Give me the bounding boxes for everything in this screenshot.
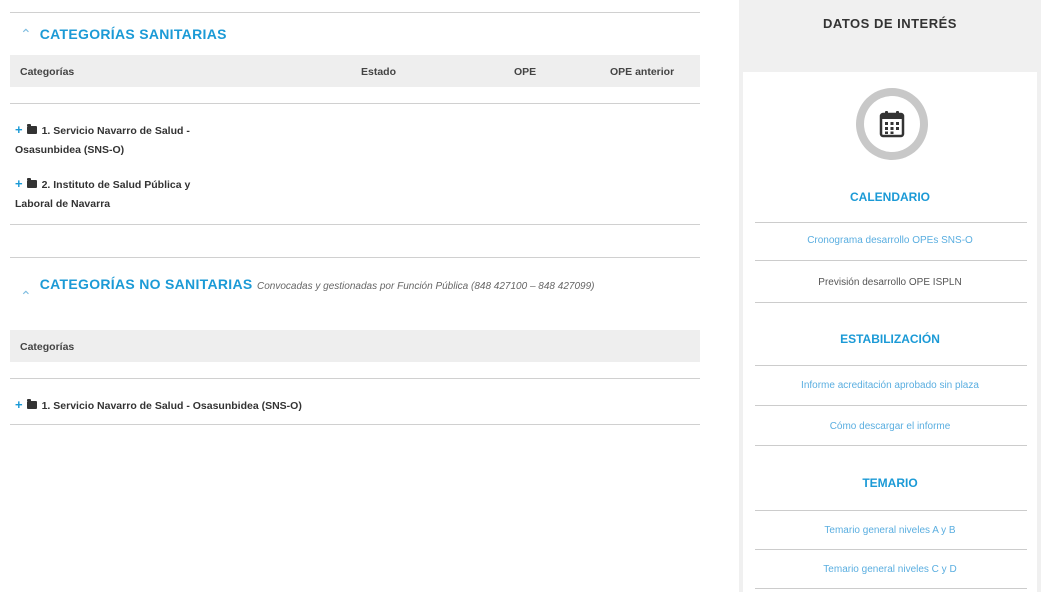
section-title: CATEGORÍAS SANITARIAS bbox=[39, 26, 227, 42]
folder-icon bbox=[26, 399, 37, 409]
plus-icon[interactable]: + bbox=[15, 176, 23, 191]
plus-icon[interactable]: + bbox=[15, 122, 23, 137]
column-header: OPE anterior bbox=[610, 66, 675, 78]
divider bbox=[10, 12, 700, 13]
sidebar-panel: CALENDARIO Cronograma desarrollo OPEs SN… bbox=[743, 72, 1037, 592]
temario-cd-link[interactable]: Temario general niveles C y D bbox=[743, 564, 1037, 575]
table-header: Categorías bbox=[10, 330, 700, 362]
tree-item[interactable]: +1. Servicio Navarro de Salud - Osasunbi… bbox=[15, 120, 190, 160]
divider bbox=[755, 302, 1027, 303]
section-note: Convocadas y gestionadas por Función Púb… bbox=[257, 281, 595, 292]
column-header: Categorías bbox=[20, 66, 75, 78]
chevron-up-icon[interactable]: ⌃ bbox=[20, 286, 32, 306]
sidebar: DATOS DE INTERÉS CALENDARIO Cronograma d… bbox=[739, 0, 1041, 592]
divider bbox=[10, 224, 700, 225]
divider bbox=[10, 424, 700, 425]
divider bbox=[755, 510, 1027, 511]
temario-heading: TEMARIO bbox=[862, 476, 918, 490]
tree-item-label: Osasunbidea (SNS-O) bbox=[15, 144, 125, 156]
section-title: CATEGORÍAS NO SANITARIAS bbox=[39, 276, 253, 292]
tree-item[interactable]: +1. Servicio Navarro de Salud - Osasunbi… bbox=[15, 395, 302, 416]
prevision-text[interactable]: Previsión desarrollo OPE ISPLN bbox=[743, 277, 1037, 288]
tree-item-label: Laboral de Navarra bbox=[15, 198, 111, 210]
divider bbox=[10, 257, 700, 258]
tree-item-label: 2. Instituto de Salud Pública y bbox=[41, 179, 191, 191]
descargar-informe-link[interactable]: Cómo descargar el informe bbox=[743, 421, 1037, 432]
plus-icon[interactable]: + bbox=[15, 397, 23, 412]
divider bbox=[755, 405, 1027, 406]
divider bbox=[755, 445, 1027, 446]
calendar-icon bbox=[856, 88, 928, 160]
divider bbox=[10, 103, 700, 104]
informe-link[interactable]: Informe acreditación aprobado sin plaza bbox=[743, 380, 1037, 391]
calendar-heading: CALENDARIO bbox=[850, 190, 930, 204]
temario-ab-link[interactable]: Temario general niveles A y B bbox=[743, 525, 1037, 536]
column-header: OPE bbox=[514, 66, 537, 78]
tree-item-label: 1. Servicio Navarro de Salud - Osasunbid… bbox=[41, 400, 302, 412]
tree-item-label: 1. Servicio Navarro de Salud - bbox=[41, 125, 190, 137]
cronograma-link[interactable]: Cronograma desarrollo OPEs SNS-O bbox=[743, 235, 1037, 246]
folder-icon bbox=[26, 124, 37, 134]
section-header-sanitarias[interactable]: ⌃ CATEGORÍAS SANITARIAS bbox=[20, 24, 227, 44]
divider bbox=[755, 365, 1027, 366]
folder-icon bbox=[26, 178, 37, 188]
divider bbox=[755, 588, 1027, 589]
column-header: Estado bbox=[361, 66, 397, 78]
tree-item[interactable]: +2. Instituto de Salud Pública y Laboral… bbox=[15, 174, 190, 214]
section-header-no-sanitarias[interactable]: ⌃ CATEGORÍAS NO SANITARIAS Convocadas y … bbox=[20, 274, 700, 306]
divider bbox=[10, 378, 700, 379]
divider bbox=[755, 222, 1027, 223]
divider bbox=[755, 549, 1027, 550]
chevron-up-icon[interactable]: ⌃ bbox=[20, 24, 32, 44]
sidebar-title: DATOS DE INTERÉS bbox=[823, 16, 957, 31]
table-header: Categorías Estado OPE OPE anterior bbox=[10, 55, 700, 87]
stabilization-heading: ESTABILIZACIÓN bbox=[840, 332, 940, 346]
divider bbox=[755, 260, 1027, 261]
column-header: Categorías bbox=[20, 341, 75, 353]
